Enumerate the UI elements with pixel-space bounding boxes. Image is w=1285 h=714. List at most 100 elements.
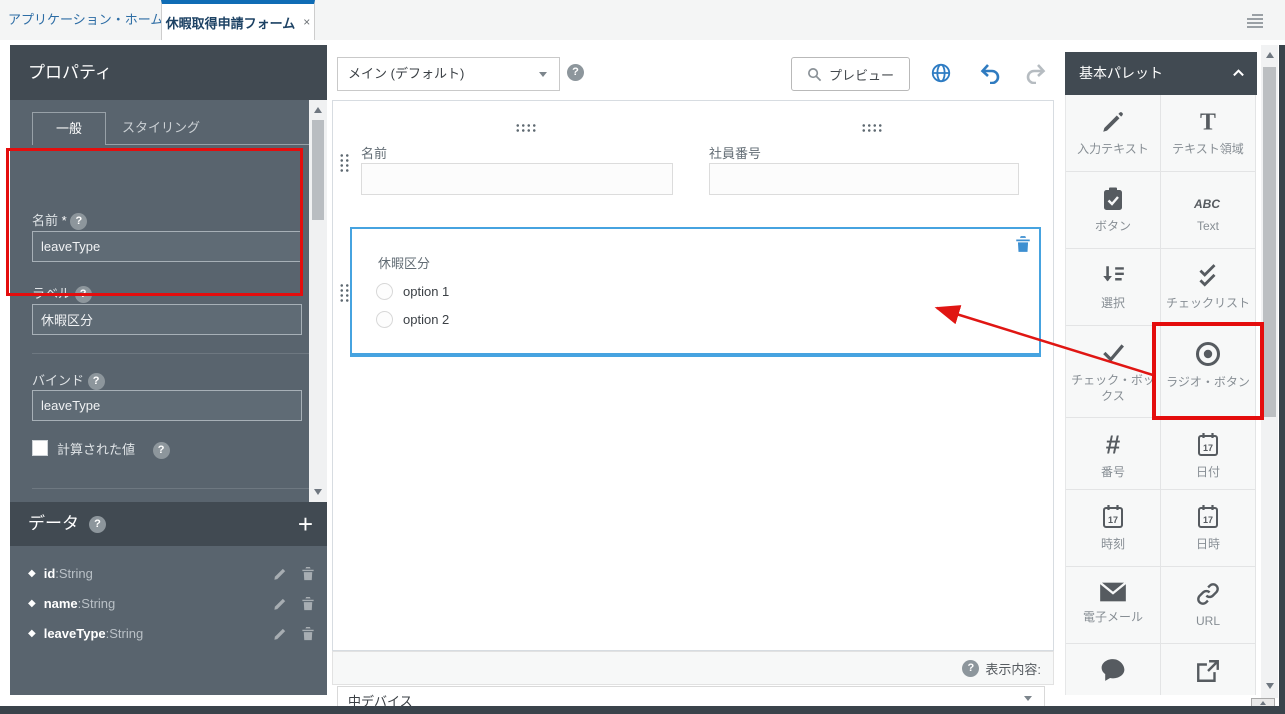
column-drag-handle[interactable] <box>515 123 537 133</box>
help-icon[interactable]: ? <box>153 442 170 459</box>
view-select-dropdown[interactable]: メイン (デフォルト) <box>337 57 560 91</box>
palette-item-comment[interactable] <box>1066 644 1161 695</box>
delete-icon[interactable] <box>301 566 315 581</box>
highlight-rectangle-radio-button <box>1152 322 1264 420</box>
calculated-value-label: 計算された値 ? <box>57 439 170 459</box>
label-field-input[interactable] <box>32 304 302 335</box>
redo-icon[interactable] <box>1024 62 1048 89</box>
palette-item-number[interactable]: # 番号 <box>1066 418 1161 490</box>
employee-number-text-input[interactable] <box>709 163 1019 195</box>
data-panel-header: データ ? + <box>10 502 327 546</box>
radio-group-label: 休暇区分 <box>378 253 430 272</box>
palette-item-url[interactable]: URL <box>1161 567 1256 644</box>
tab-general[interactable]: 一般 <box>32 112 106 145</box>
number-icon: # <box>1100 432 1126 458</box>
text-icon: ABC <box>1191 186 1225 212</box>
selected-radio-group[interactable]: 休暇区分 option 1 option 2 <box>350 227 1041 357</box>
palette-item-checklist[interactable]: チェックリスト <box>1161 249 1256 326</box>
palette-item-button[interactable]: ボタン <box>1066 172 1161 249</box>
preview-button[interactable]: プレビュー <box>791 57 910 91</box>
scroll-up-icon[interactable] <box>1261 47 1278 63</box>
scroll-down-icon[interactable] <box>1261 678 1278 694</box>
menu-icon[interactable] <box>1247 14 1263 30</box>
radio-circle-icon[interactable] <box>376 311 393 328</box>
bind-field-input[interactable] <box>32 390 302 421</box>
bind-field-label: バインド ? <box>32 370 105 390</box>
field-label-employee-number: 社員番号 <box>709 143 761 162</box>
scrollbar-thumb[interactable] <box>312 120 324 220</box>
window-border-bottom <box>0 706 1285 714</box>
comment-icon <box>1100 658 1126 682</box>
field-label-name: 名前 <box>361 143 387 162</box>
tab-leave-request-form[interactable]: 休暇取得申請フォーム × <box>161 0 315 40</box>
svg-text:T: T <box>1200 110 1216 135</box>
delete-icon[interactable] <box>301 596 315 611</box>
chevron-down-icon <box>1024 696 1032 701</box>
palette-item-text[interactable]: ABC Text <box>1161 172 1256 249</box>
data-row-name[interactable]: ◆ name : String <box>10 588 327 618</box>
properties-scrollbar[interactable] <box>309 100 327 502</box>
radio-option-2[interactable]: option 2 <box>376 311 449 328</box>
select-icon <box>1100 263 1126 289</box>
diamond-icon: ◆ <box>28 598 36 609</box>
add-variable-button[interactable]: + <box>298 504 313 544</box>
url-icon <box>1195 581 1221 607</box>
pencil-icon <box>1100 109 1126 135</box>
data-row-id[interactable]: ◆ id : String <box>10 558 327 588</box>
properties-title: プロパティ <box>10 45 327 100</box>
help-icon[interactable]: ? <box>88 373 105 390</box>
palette-title: 基本パレット <box>1079 65 1163 81</box>
calculated-value-checkbox[interactable] <box>32 440 48 456</box>
delete-icon[interactable] <box>1015 235 1031 253</box>
data-panel: データ ? + ◆ id : String ◆ name : String <box>10 502 327 695</box>
edit-icon[interactable] <box>273 566 288 581</box>
close-tab-icon[interactable]: × <box>303 15 310 29</box>
date-icon: 17 <box>1195 432 1221 458</box>
button-icon <box>1101 186 1125 212</box>
data-row-leavetype[interactable]: ◆ leaveType : String <box>10 618 327 648</box>
tab-label: 休暇取得申請フォーム <box>166 13 296 32</box>
globe-icon[interactable] <box>930 62 952 89</box>
row-drag-handle[interactable] <box>339 283 350 304</box>
tab-styling[interactable]: スタイリング <box>122 112 200 144</box>
radio-option-1[interactable]: option 1 <box>376 283 449 300</box>
delete-icon[interactable] <box>301 626 315 641</box>
radio-circle-icon[interactable] <box>376 283 393 300</box>
display-content-label: 表示内容: <box>985 659 1041 678</box>
svg-text:17: 17 <box>1108 515 1118 525</box>
collapse-chevron-icon[interactable] <box>1232 67 1245 80</box>
checkbox-icon <box>1100 340 1126 366</box>
palette-item-datetime[interactable]: 17 日時 <box>1161 490 1256 567</box>
help-icon[interactable]: ? <box>567 64 584 81</box>
help-icon[interactable]: ? <box>89 516 106 533</box>
palette-item-external-link[interactable] <box>1161 644 1256 695</box>
scrollbar-thumb[interactable] <box>1263 67 1276 417</box>
name-text-input[interactable] <box>361 163 673 195</box>
svg-text:17: 17 <box>1203 515 1213 525</box>
palette-item-checkbox[interactable]: チェック・ボックス <box>1066 326 1161 418</box>
time-icon: 17 <box>1100 504 1126 530</box>
palette-item-input-text[interactable]: 入力テキスト <box>1066 95 1161 172</box>
edit-icon[interactable] <box>273 626 288 641</box>
scroll-down-icon[interactable] <box>309 484 327 500</box>
palette-item-email[interactable]: 電子メール <box>1066 567 1161 644</box>
row-drag-handle[interactable] <box>339 153 350 174</box>
svg-text:#: # <box>1106 432 1121 458</box>
text-area-icon: T <box>1195 109 1221 135</box>
email-icon <box>1099 581 1127 603</box>
scroll-up-icon[interactable] <box>309 102 327 118</box>
undo-icon[interactable] <box>978 62 1002 89</box>
edit-icon[interactable] <box>273 596 288 611</box>
palette-item-date[interactable]: 17 日付 <box>1161 418 1256 490</box>
tab-application-home[interactable]: アプリケーション・ホーム <box>8 0 163 40</box>
palette-item-time[interactable]: 17 時刻 <box>1066 490 1161 567</box>
diamond-icon: ◆ <box>28 568 36 579</box>
svg-text:ABC: ABC <box>1193 197 1220 211</box>
form-canvas: 名前 社員番号 休暇区分 option 1 option 2 <box>332 100 1054 651</box>
external-link-icon <box>1195 658 1221 684</box>
checklist-icon <box>1195 263 1221 289</box>
help-icon[interactable]: ? <box>962 660 979 677</box>
palette-item-select[interactable]: 選択 <box>1066 249 1161 326</box>
column-drag-handle[interactable] <box>861 123 883 133</box>
palette-item-text-area[interactable]: T テキスト領域 <box>1161 95 1256 172</box>
